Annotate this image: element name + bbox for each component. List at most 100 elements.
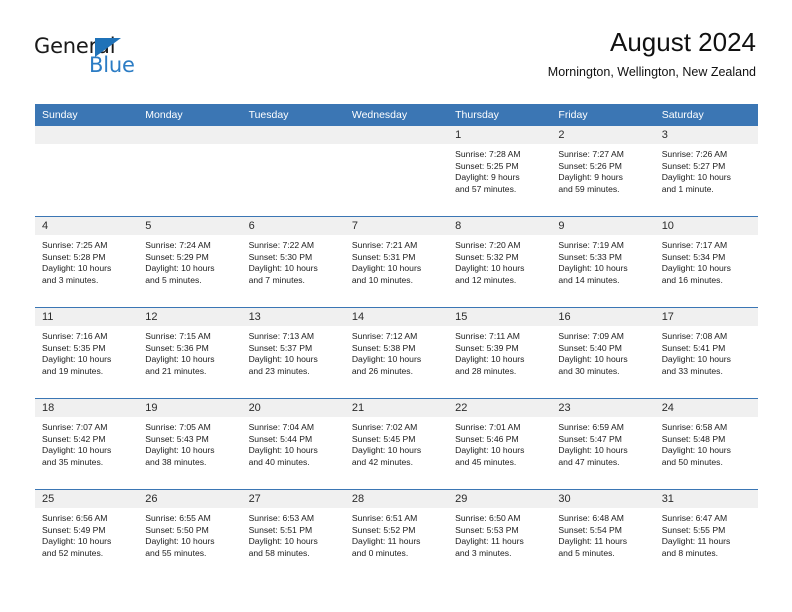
calendar-day-cell[interactable]: 12 Sunrise: 7:15 AM Sunset: 5:36 PM Dayligh… [138, 307, 242, 399]
calendar-day-cell[interactable]: 13 Sunrise: 7:13 AM Sunset: 5:37 PM Dayligh… [241, 307, 345, 399]
calendar-day-cell[interactable]: 3 Sunrise: 7:26 AM Sunset: 5:27 PM Daylight… [654, 126, 758, 217]
day-sun-info: Sunrise: 6:53 AM Sunset: 5:51 PM Daylight:… [242, 508, 345, 559]
day-cell[interactable]: 20 Sunrise: 7:04 AM Sunset: 5:44 PM Dayligh… [241, 399, 345, 489]
calendar-day-cell[interactable] [344, 126, 449, 217]
calendar-day-cell[interactable]: 10 Sunrise: 7:17 AM Sunset: 5:34 PM Dayligh… [654, 216, 758, 308]
calendar-day-cell[interactable]: 15 Sunrise: 7:11 AM Sunset: 5:39 PM Dayligh… [448, 307, 552, 399]
day-cell[interactable]: 4 Sunrise: 7:25 AM Sunset: 5:28 PM Daylight… [35, 217, 139, 307]
calendar-day-cell[interactable]: 1 Sunrise: 7:28 AM Sunset: 5:25 PM Daylight… [448, 126, 552, 217]
day-daylight1-text: Daylight: 11 hours [558, 536, 628, 547]
calendar-day-cell[interactable]: 23 Sunrise: 6:59 AM Sunset: 5:47 PM Dayligh… [551, 398, 655, 490]
calendar-day-cell[interactable]: 8 Sunrise: 7:20 AM Sunset: 5:32 PM Daylight… [448, 216, 552, 308]
day-sun-info: Sunrise: 7:05 AM Sunset: 5:43 PM Daylight:… [138, 417, 241, 468]
calendar-day-cell[interactable]: 31 Sunrise: 6:47 AM Sunset: 5:55 PM Dayligh… [654, 489, 758, 580]
day-sunrise-text: Sunrise: 7:22 AM [248, 240, 315, 250]
day-daylight1-text: Daylight: 9 hours [558, 172, 623, 183]
calendar-day-cell[interactable]: 11 Sunrise: 7:16 AM Sunset: 5:35 PM Dayligh… [35, 307, 139, 399]
calendar-day-cell[interactable]: 6 Sunrise: 7:22 AM Sunset: 5:30 PM Daylight… [241, 216, 345, 308]
day-sunrise-text: Sunrise: 7:05 AM [145, 422, 211, 432]
day-daylight2-text: and 35 minutes. [42, 456, 104, 467]
day-cell[interactable]: 23 Sunrise: 6:59 AM Sunset: 5:47 PM Dayligh… [551, 399, 655, 489]
day-cell[interactable]: 19 Sunrise: 7:05 AM Sunset: 5:43 PM Dayligh… [138, 399, 242, 489]
calendar-day-cell[interactable] [138, 126, 242, 217]
day-sunrise-text: Sunrise: 7:02 AM [351, 422, 418, 432]
calendar-day-cell[interactable] [35, 126, 139, 217]
day-cell[interactable]: 15 Sunrise: 7:11 AM Sunset: 5:39 PM Dayligh… [448, 308, 552, 398]
day-cell[interactable]: 30 Sunrise: 6:48 AM Sunset: 5:54 PM Dayligh… [551, 490, 655, 580]
day-cell[interactable]: 14 Sunrise: 7:12 AM Sunset: 5:38 PM Dayligh… [344, 308, 449, 398]
day-sun-info: Sunrise: 7:12 AM Sunset: 5:38 PM Daylight:… [345, 326, 448, 377]
day-sunset-text: Sunset: 5:47 PM [558, 433, 622, 444]
calendar-day-cell[interactable]: 16 Sunrise: 7:09 AM Sunset: 5:40 PM Dayligh… [551, 307, 655, 399]
day-cell[interactable]: 26 Sunrise: 6:55 AM Sunset: 5:50 PM Dayligh… [138, 490, 242, 580]
calendar-day-cell[interactable]: 22 Sunrise: 7:01 AM Sunset: 5:46 PM Dayligh… [448, 398, 552, 490]
day-cell[interactable]: 11 Sunrise: 7:16 AM Sunset: 5:35 PM Dayligh… [35, 308, 139, 398]
day-sunset-text: Sunset: 5:31 PM [351, 251, 416, 262]
day-daylight2-text: and 50 minutes. [661, 456, 723, 467]
day-cell[interactable]: 31 Sunrise: 6:47 AM Sunset: 5:55 PM Dayligh… [654, 490, 758, 580]
day-daylight2-text: and 3 minutes. [42, 274, 99, 285]
day-daylight2-text: and 5 minutes. [558, 547, 615, 558]
day-sun-info: Sunrise: 7:04 AM Sunset: 5:44 PM Daylight:… [242, 417, 345, 468]
day-number: 15 [448, 308, 552, 326]
day-number: 5 [138, 217, 242, 235]
calendar-day-cell[interactable] [241, 126, 345, 217]
calendar-day-cell[interactable]: 17 Sunrise: 7:08 AM Sunset: 5:41 PM Dayligh… [654, 307, 758, 399]
day-sunset-text: Sunset: 5:40 PM [558, 342, 622, 353]
day-cell[interactable]: 16 Sunrise: 7:09 AM Sunset: 5:40 PM Dayligh… [551, 308, 655, 398]
day-sunrise-text: Sunrise: 6:59 AM [558, 422, 624, 432]
day-cell[interactable]: 18 Sunrise: 7:07 AM Sunset: 5:42 PM Dayligh… [35, 399, 139, 489]
calendar-day-cell[interactable]: 29 Sunrise: 6:50 AM Sunset: 5:53 PM Dayligh… [448, 489, 552, 580]
day-cell[interactable]: 5 Sunrise: 7:24 AM Sunset: 5:29 PM Daylight… [138, 217, 242, 307]
day-daylight2-text: and 10 minutes. [351, 274, 413, 285]
day-daylight1-text: Daylight: 10 hours [42, 445, 112, 456]
day-cell[interactable]: 27 Sunrise: 6:53 AM Sunset: 5:51 PM Dayligh… [241, 490, 345, 580]
weekday-header-sunday: Sunday [35, 104, 139, 126]
day-cell[interactable]: 3 Sunrise: 7:26 AM Sunset: 5:27 PM Daylight… [654, 126, 758, 216]
weekday-header-thursday: Thursday [448, 104, 552, 126]
day-cell[interactable]: 12 Sunrise: 7:15 AM Sunset: 5:36 PM Dayligh… [138, 308, 242, 398]
day-daylight2-text: and 3 minutes. [455, 547, 512, 558]
day-daylight2-text: and 55 minutes. [145, 547, 207, 558]
calendar-day-cell[interactable]: 25 Sunrise: 6:56 AM Sunset: 5:49 PM Dayligh… [35, 489, 139, 580]
day-cell[interactable]: 13 Sunrise: 7:13 AM Sunset: 5:37 PM Dayligh… [241, 308, 345, 398]
calendar-day-cell[interactable]: 20 Sunrise: 7:04 AM Sunset: 5:44 PM Dayligh… [241, 398, 345, 490]
day-number: 25 [35, 490, 139, 508]
day-cell[interactable]: 28 Sunrise: 6:51 AM Sunset: 5:52 PM Dayligh… [344, 490, 449, 580]
calendar-day-cell[interactable]: 26 Sunrise: 6:55 AM Sunset: 5:50 PM Dayligh… [138, 489, 242, 580]
calendar-day-cell[interactable]: 30 Sunrise: 6:48 AM Sunset: 5:54 PM Dayligh… [551, 489, 655, 580]
calendar-day-cell[interactable]: 24 Sunrise: 6:58 AM Sunset: 5:48 PM Dayligh… [654, 398, 758, 490]
calendar-day-cell[interactable]: 7 Sunrise: 7:21 AM Sunset: 5:31 PM Daylight… [344, 216, 449, 308]
day-cell[interactable]: 7 Sunrise: 7:21 AM Sunset: 5:31 PM Daylight… [344, 217, 449, 307]
day-cell[interactable]: 29 Sunrise: 6:50 AM Sunset: 5:53 PM Dayligh… [448, 490, 552, 580]
day-daylight1-text: Daylight: 10 hours [248, 354, 318, 365]
calendar-day-cell[interactable]: 19 Sunrise: 7:05 AM Sunset: 5:43 PM Dayligh… [138, 398, 242, 490]
calendar-day-cell[interactable]: 2 Sunrise: 7:27 AM Sunset: 5:26 PM Daylight… [551, 126, 655, 217]
day-cell[interactable]: 17 Sunrise: 7:08 AM Sunset: 5:41 PM Dayligh… [654, 308, 758, 398]
day-cell[interactable]: 8 Sunrise: 7:20 AM Sunset: 5:32 PM Daylight… [448, 217, 552, 307]
calendar-day-cell[interactable]: 14 Sunrise: 7:12 AM Sunset: 5:38 PM Dayligh… [344, 307, 449, 399]
day-cell[interactable]: 1 Sunrise: 7:28 AM Sunset: 5:25 PM Daylight… [448, 126, 552, 216]
day-sun-info: Sunrise: 7:07 AM Sunset: 5:42 PM Daylight:… [35, 417, 138, 468]
calendar-day-cell[interactable]: 4 Sunrise: 7:25 AM Sunset: 5:28 PM Daylight… [35, 216, 139, 308]
calendar-day-cell[interactable]: 28 Sunrise: 6:51 AM Sunset: 5:52 PM Dayligh… [344, 489, 449, 580]
day-daylight1-text: Daylight: 10 hours [558, 445, 628, 456]
day-cell[interactable]: 22 Sunrise: 7:01 AM Sunset: 5:46 PM Dayligh… [448, 399, 552, 489]
calendar-day-cell[interactable]: 21 Sunrise: 7:02 AM Sunset: 5:45 PM Dayligh… [344, 398, 449, 490]
day-sunset-text: Sunset: 5:48 PM [661, 433, 726, 444]
day-cell[interactable]: 25 Sunrise: 6:56 AM Sunset: 5:49 PM Dayligh… [35, 490, 139, 580]
day-sun-info: Sunrise: 7:25 AM Sunset: 5:28 PM Daylight:… [35, 235, 138, 286]
empty-day-cell [241, 126, 345, 216]
calendar-day-cell[interactable]: 9 Sunrise: 7:19 AM Sunset: 5:33 PM Daylight… [551, 216, 655, 308]
day-sun-info: Sunrise: 7:26 AM Sunset: 5:27 PM Daylight:… [655, 144, 758, 195]
day-cell[interactable]: 6 Sunrise: 7:22 AM Sunset: 5:30 PM Daylight… [241, 217, 345, 307]
day-cell[interactable]: 2 Sunrise: 7:27 AM Sunset: 5:26 PM Daylight… [551, 126, 655, 216]
day-cell[interactable]: 21 Sunrise: 7:02 AM Sunset: 5:45 PM Dayligh… [344, 399, 449, 489]
day-cell[interactable]: 24 Sunrise: 6:58 AM Sunset: 5:48 PM Dayligh… [654, 399, 758, 489]
calendar-day-cell[interactable]: 5 Sunrise: 7:24 AM Sunset: 5:29 PM Daylight… [138, 216, 242, 308]
day-daylight2-text: and 38 minutes. [145, 456, 207, 467]
calendar-day-cell[interactable]: 27 Sunrise: 6:53 AM Sunset: 5:51 PM Dayligh… [241, 489, 345, 580]
calendar-day-cell[interactable]: 18 Sunrise: 7:07 AM Sunset: 5:42 PM Dayligh… [35, 398, 139, 490]
day-cell[interactable]: 9 Sunrise: 7:19 AM Sunset: 5:33 PM Daylight… [551, 217, 655, 307]
day-cell[interactable]: 10 Sunrise: 7:17 AM Sunset: 5:34 PM Dayligh… [654, 217, 758, 307]
